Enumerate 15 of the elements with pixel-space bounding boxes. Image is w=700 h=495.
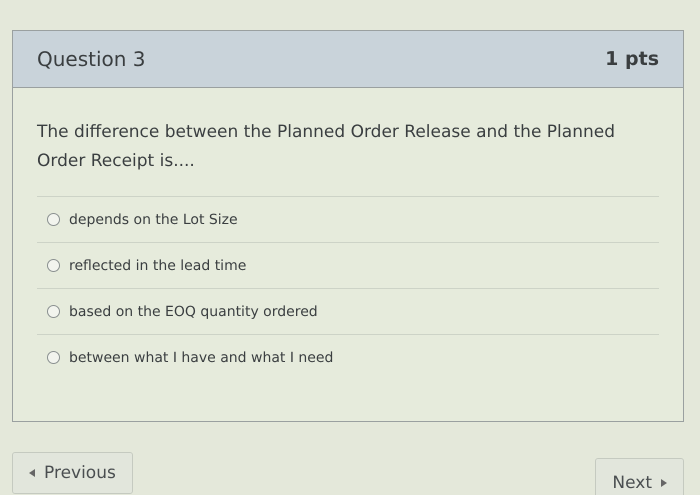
radio-button[interactable] xyxy=(47,305,60,318)
next-button[interactable]: Next xyxy=(595,458,684,495)
answer-label[interactable]: between what I have and what I need xyxy=(69,350,334,366)
question-title: Question 3 xyxy=(37,47,146,71)
answer-label[interactable]: based on the EOQ quantity ordered xyxy=(69,304,318,320)
question-text: The difference between the Planned Order Release and the Planned Order Receipt is.... xyxy=(37,121,616,173)
radio-button[interactable] xyxy=(47,213,60,226)
radio-button[interactable] xyxy=(47,351,60,364)
radio-button[interactable] xyxy=(47,259,60,272)
previous-button[interactable]: Previous xyxy=(12,452,133,494)
caret-icon xyxy=(29,469,35,477)
answer-label[interactable]: depends on the Lot Size xyxy=(69,212,238,228)
answer-label[interactable]: reflected in the lead time xyxy=(69,258,246,274)
points-label: 1 pts xyxy=(605,48,659,70)
caret-icon xyxy=(661,479,667,487)
